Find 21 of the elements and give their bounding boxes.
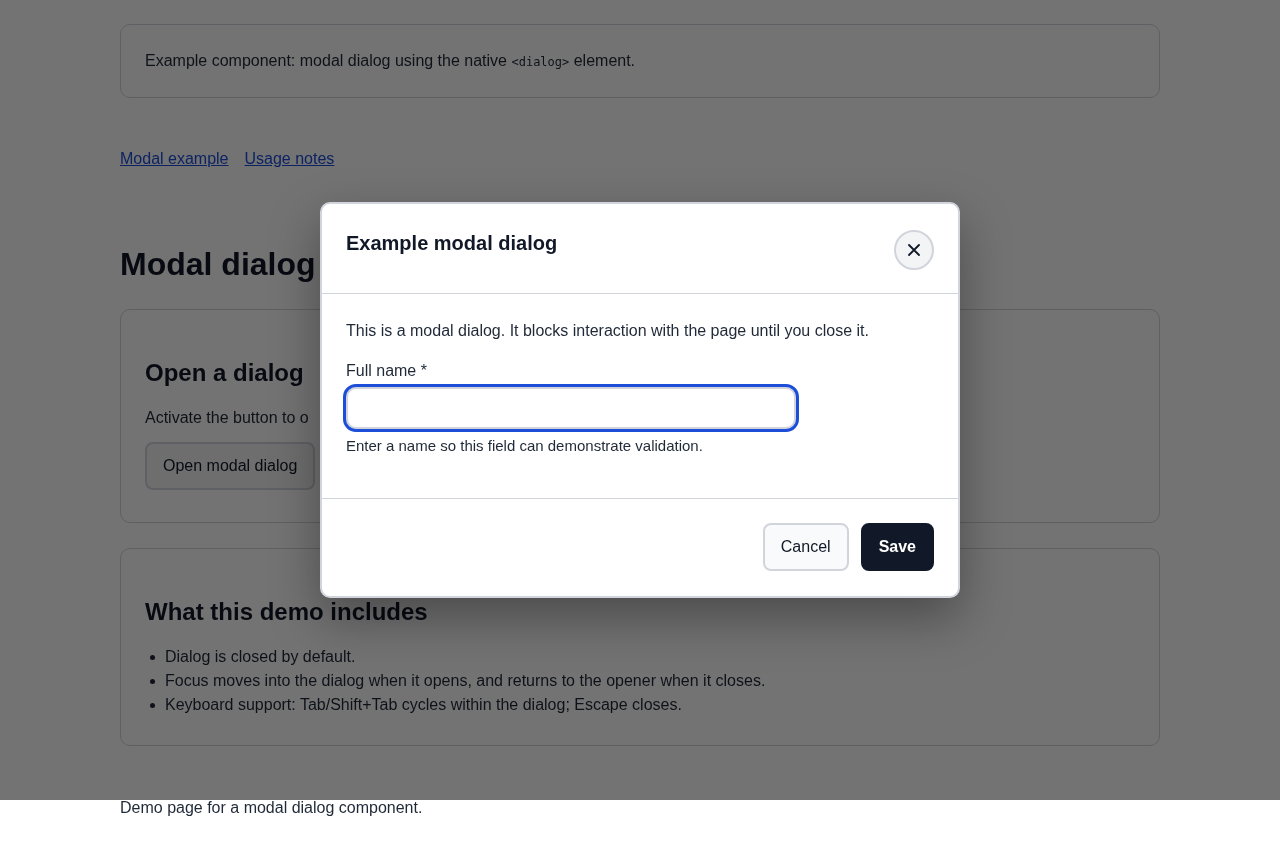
dialog-description: This is a modal dialog. It blocks interaction with the page until you close it. xyxy=(346,321,870,341)
page-heading: Modal dialog xyxy=(120,245,316,284)
field-label: Full name * xyxy=(346,361,428,381)
card-text: Activate the button to o xyxy=(145,408,309,428)
close-icon xyxy=(907,243,921,257)
full-name-field[interactable] xyxy=(346,387,796,429)
cancel-button[interactable]: Cancel xyxy=(762,523,849,571)
open-dialog-button[interactable]: Open modal dialog xyxy=(145,442,316,490)
dialog-title: Example modal dialog xyxy=(346,231,558,256)
save-button[interactable]: Save xyxy=(860,523,934,571)
card-title: What this demo includes xyxy=(145,597,428,627)
intro-text: Example component: modal dialog using the native <dialog> element. xyxy=(145,51,637,71)
nav-link[interactable]: Modal example xyxy=(120,147,229,171)
field-hint: Enter a name so this field can demonstrate validation. xyxy=(346,436,704,456)
list-item: Focus moves into the dialog when it opens, and returns to the opener when it closes. xyxy=(145,669,766,693)
list-item: Dialog is closed by default. xyxy=(145,645,356,669)
nav-link[interactable]: Usage notes xyxy=(244,147,335,171)
footer-text: Demo page for a modal dialog component. xyxy=(120,798,424,818)
close-button[interactable] xyxy=(894,230,934,270)
list-item: Keyboard support: Tab/Shift+Tab cycles within the dialog; Escape closes. xyxy=(145,693,682,717)
card-title: Open a dialog xyxy=(145,358,304,388)
